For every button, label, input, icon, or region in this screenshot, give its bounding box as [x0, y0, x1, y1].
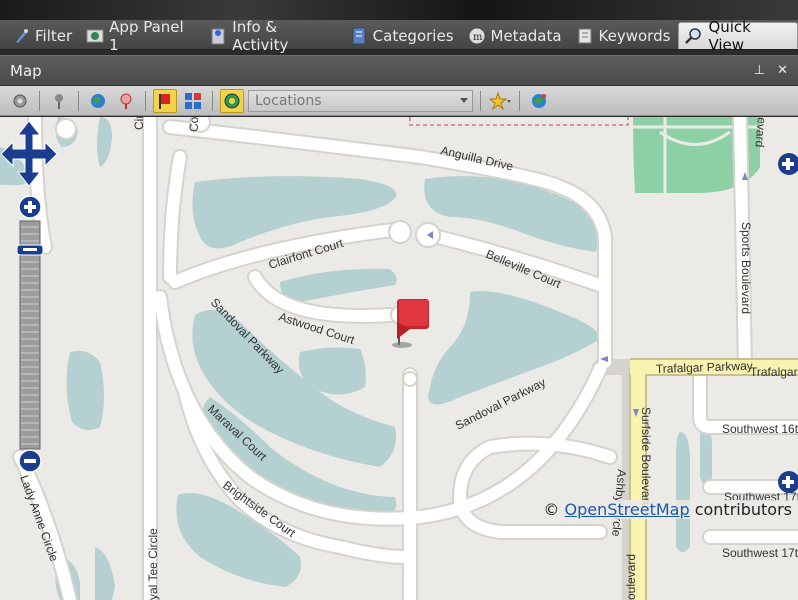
openstreetmap-link[interactable]: OpenStreetMap [564, 500, 689, 519]
zoom-out-button[interactable] [18, 449, 42, 473]
tab-app-panel-1[interactable]: App Panel 1 [80, 18, 204, 54]
tab-bar: Filter App Panel 1 Info & Activity Categ… [0, 18, 798, 54]
find-location-button[interactable] [114, 89, 138, 113]
globe-button[interactable] [86, 89, 110, 113]
map-view[interactable]: Anguilla Drive Clairfont Court Bellevill… [0, 117, 798, 600]
attribution-prefix: © [543, 500, 565, 519]
toolbar-separator [212, 90, 213, 111]
street-label-surfside: Surfside Boulevard [639, 407, 653, 508]
street-label-sports: Sports Boulevard [739, 222, 753, 314]
toolbar-separator [145, 90, 146, 111]
street-label-oulevard-bottom: oulevard [624, 554, 638, 600]
toolbar-separator [519, 90, 520, 111]
keywords-icon [576, 27, 594, 45]
map-canvas[interactable]: Anguilla Drive Clairfont Court Bellevill… [0, 117, 798, 600]
grid-view-button[interactable] [181, 89, 205, 113]
categories-icon [350, 27, 368, 45]
world-map-button[interactable] [527, 89, 551, 113]
pin-location-button[interactable] [47, 89, 71, 113]
toolbar-separator [480, 90, 481, 111]
tab-label: App Panel 1 [109, 17, 184, 54]
street-label-evard-top: evard [752, 117, 769, 148]
tab-metadata[interactable]: m Metadata [462, 22, 570, 49]
tab-label: Metadata [490, 26, 562, 45]
globe-target-icon [224, 93, 240, 108]
tab-filter[interactable]: Filter [6, 22, 80, 49]
street-label-trafalgar-2: Trafalgar Par [750, 365, 798, 379]
tab-info-activity[interactable]: Info & Activity [204, 18, 344, 54]
tab-keywords[interactable]: Keywords [570, 22, 679, 49]
magnifier-icon [685, 27, 703, 45]
locations-placeholder: Locations [255, 92, 322, 109]
tab-quick-view[interactable]: Quick View [678, 18, 798, 54]
attribution-suffix: contributors [689, 500, 792, 519]
gear-icon [13, 94, 27, 107]
map-panel-header: Map ⊥ ✕ [0, 55, 798, 85]
tab-label: Filter [35, 26, 73, 45]
tab-categories[interactable]: Categories [344, 22, 462, 49]
street-label-sw16: Southwest 16th [722, 422, 798, 436]
push-pin-icon [55, 93, 63, 109]
tab-label: Quick View [708, 18, 751, 54]
street-label-royal-tee: yal Tee Circle [146, 528, 160, 600]
zoom-in-button[interactable] [18, 195, 42, 219]
tab-label: Keywords [598, 26, 671, 45]
close-icon[interactable]: ✕ [777, 63, 788, 78]
metadata-icon: m [468, 27, 486, 45]
locations-dropdown[interactable]: Locations [248, 89, 473, 112]
tab-label: Info & Activity [232, 17, 289, 54]
map-attribution: © OpenStreetMap contributors [541, 500, 794, 519]
toolbar-separator [39, 90, 40, 111]
info-icon [210, 27, 228, 45]
street-label-court-top: Court [187, 117, 201, 132]
location-search-icon [120, 93, 132, 109]
pin-icon[interactable]: ⊥ [754, 63, 765, 78]
map-toolbar: Locations [0, 86, 798, 116]
red-flag-icon [159, 93, 170, 109]
world-globe-icon [532, 93, 546, 108]
favorites-button[interactable] [488, 89, 512, 113]
settings-gear-button[interactable] [8, 89, 32, 113]
chevron-down-icon [460, 97, 468, 103]
panel-title: Map [10, 61, 42, 80]
locations-globe-button[interactable] [220, 88, 244, 113]
app-panel-icon [86, 27, 104, 45]
tab-label: Categories [372, 26, 454, 45]
globe-icon [91, 93, 105, 108]
star-icon [489, 91, 511, 110]
zoom-slider[interactable] [16, 220, 44, 450]
toolbar-separator [78, 90, 79, 111]
flag-marker-button[interactable] [153, 88, 177, 113]
street-label-sw17b: Southwest 17th [722, 546, 798, 560]
street-label-circle-top: Circle [132, 117, 146, 130]
svg-text:m: m [473, 32, 483, 43]
filter-icon [12, 27, 30, 45]
tiles-icon [185, 92, 201, 109]
